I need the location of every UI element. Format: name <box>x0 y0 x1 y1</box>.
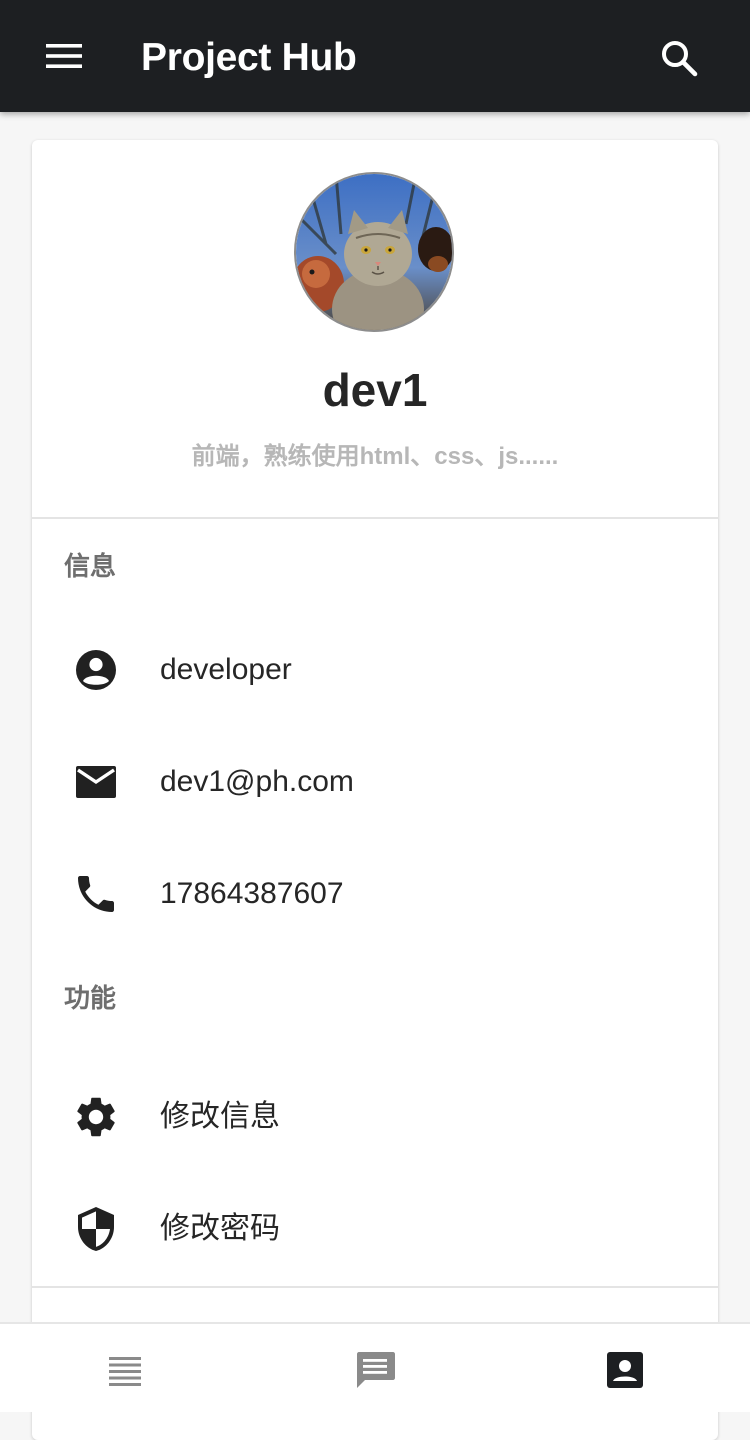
info-row-phone: 17864387607 <box>32 847 718 937</box>
profile-username: dev1 <box>322 364 428 416</box>
search-icon <box>662 41 698 77</box>
info-row-email: dev1@ph.com <box>32 735 718 825</box>
info-row-phone-label: 17864387607 <box>160 877 344 910</box>
change-password-label: 修改密码 <box>160 1212 280 1245</box>
app-title: Project Hub <box>141 36 357 79</box>
change-password-button[interactable]: 修改密码 <box>32 1182 718 1272</box>
edit-info-button[interactable]: 修改信息 <box>32 1070 718 1160</box>
functions-divider <box>32 1286 718 1288</box>
list-icon <box>109 1357 141 1386</box>
menu-icon <box>46 44 82 68</box>
info-row-role: developer <box>32 623 718 713</box>
shield-icon <box>78 1207 114 1251</box>
email-icon <box>76 766 116 798</box>
account-circle-icon <box>76 650 116 690</box>
header-divider <box>32 517 718 519</box>
message-icon <box>357 1352 395 1388</box>
info-row-role-label: developer <box>160 653 292 686</box>
gear-icon <box>77 1097 115 1137</box>
avatar-image <box>296 174 452 330</box>
functions-section-label: 功能 <box>64 983 117 1013</box>
bottom-navigation <box>0 1322 750 1412</box>
nav-messages-button[interactable] <box>351 1346 399 1394</box>
profile-card: dev1 前端，熟练使用html、css、js...... 信息 develop… <box>32 140 718 1440</box>
info-row-email-label: dev1@ph.com <box>160 765 354 798</box>
app-bar: Project Hub <box>0 0 750 112</box>
contact-card-icon <box>607 1352 643 1388</box>
phone-icon <box>78 876 114 912</box>
menu-button[interactable] <box>40 36 88 76</box>
search-button[interactable] <box>654 34 706 82</box>
profile-bio: 前端，熟练使用html、css、js...... <box>191 443 559 470</box>
edit-info-label: 修改信息 <box>160 1100 280 1133</box>
nav-profile-button[interactable] <box>601 1346 649 1394</box>
avatar[interactable] <box>294 172 454 332</box>
info-section-label: 信息 <box>64 551 117 581</box>
nav-list-button[interactable] <box>101 1346 149 1394</box>
